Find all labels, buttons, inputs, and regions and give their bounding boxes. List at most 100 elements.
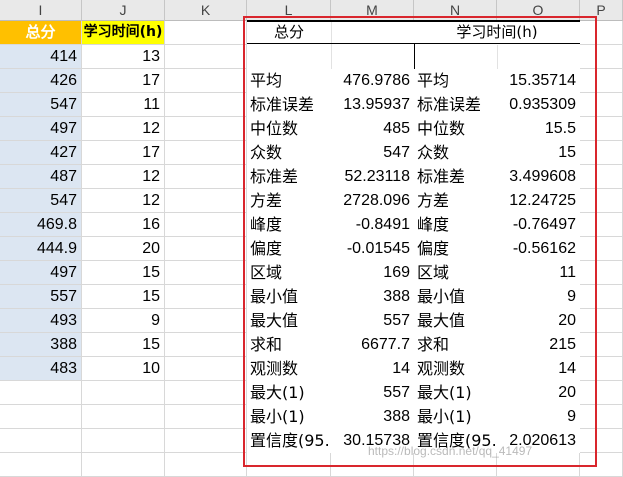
grid-cell[interactable] [165, 45, 247, 69]
stat-value[interactable]: 12.24725 [497, 189, 580, 213]
header-total-score[interactable]: 总分 [0, 21, 82, 45]
study-time-cell[interactable]: 16 [82, 213, 165, 237]
grid-cell[interactable] [580, 69, 623, 93]
stat-label[interactable]: 中位数 [414, 117, 497, 141]
score-cell[interactable]: 497 [0, 117, 82, 141]
stat-value[interactable]: 476.9786 [331, 69, 414, 93]
stat-label[interactable]: 区域 [247, 261, 331, 285]
grid-cell[interactable] [580, 141, 623, 165]
grid-cell[interactable] [82, 405, 165, 429]
stat-label[interactable]: 标准误差 [414, 93, 497, 117]
stat-label[interactable]: 置信度(95. [247, 429, 331, 453]
score-cell[interactable]: 414 [0, 45, 82, 69]
stat-label[interactable]: 最大(1) [247, 381, 331, 405]
stat-label[interactable]: 最大值 [414, 309, 497, 333]
score-cell[interactable]: 493 [0, 309, 82, 333]
stat-label[interactable]: 众数 [414, 141, 497, 165]
grid-cell[interactable] [165, 357, 247, 381]
grid-cell[interactable] [165, 69, 247, 93]
score-cell[interactable]: 427 [0, 141, 82, 165]
stat-label[interactable]: 平均 [247, 69, 331, 93]
stat-label[interactable]: 标准误差 [247, 93, 331, 117]
stat-value[interactable]: 15.5 [497, 117, 580, 141]
grid-cell[interactable] [165, 285, 247, 309]
grid-cell[interactable] [580, 213, 623, 237]
column-header-i[interactable]: I [0, 0, 82, 21]
study-time-cell[interactable]: 12 [82, 189, 165, 213]
stat-value[interactable]: 15.35714 [497, 69, 580, 93]
stat-value[interactable]: 3.499608 [497, 165, 580, 189]
stat-label[interactable]: 区域 [414, 261, 497, 285]
score-cell[interactable]: 388 [0, 333, 82, 357]
grid-cell[interactable] [580, 309, 623, 333]
stat-label[interactable]: 观测数 [414, 357, 497, 381]
stat-label[interactable]: 最大值 [247, 309, 331, 333]
stat-label[interactable]: 最小(1) [414, 405, 497, 429]
stat-label[interactable]: 中位数 [247, 117, 331, 141]
stat-value[interactable]: 485 [331, 117, 414, 141]
grid-cell[interactable] [247, 453, 331, 477]
grid-cell[interactable] [0, 381, 82, 405]
study-time-cell[interactable]: 15 [82, 261, 165, 285]
grid-cell[interactable] [0, 405, 82, 429]
grid-cell[interactable] [580, 453, 623, 477]
stat-label[interactable]: 观测数 [247, 357, 331, 381]
stat-value[interactable]: 0.935309 [497, 93, 580, 117]
grid-cell[interactable] [580, 237, 623, 261]
score-cell[interactable]: 444.9 [0, 237, 82, 261]
grid-cell[interactable] [82, 381, 165, 405]
stat-value[interactable]: 557 [331, 309, 414, 333]
grid-cell[interactable] [165, 117, 247, 141]
study-time-cell[interactable]: 11 [82, 93, 165, 117]
score-cell[interactable]: 497 [0, 261, 82, 285]
stat-value[interactable]: -0.56162 [497, 237, 580, 261]
score-cell[interactable]: 487 [0, 165, 82, 189]
column-header-l[interactable]: L [247, 0, 331, 21]
grid-cell[interactable] [580, 381, 623, 405]
stat-label[interactable]: 偏度 [247, 237, 331, 261]
column-header-n[interactable]: N [414, 0, 497, 21]
stat-label[interactable]: 峰度 [247, 213, 331, 237]
stat-value[interactable]: 14 [331, 357, 414, 381]
stat-label[interactable]: 求和 [247, 333, 331, 357]
score-cell[interactable]: 557 [0, 285, 82, 309]
grid-cell[interactable] [580, 333, 623, 357]
grid-cell[interactable] [165, 21, 247, 45]
study-time-cell[interactable]: 17 [82, 69, 165, 93]
grid-cell[interactable] [165, 333, 247, 357]
stat-value[interactable]: 15 [497, 141, 580, 165]
study-time-cell[interactable]: 20 [82, 237, 165, 261]
stat-label[interactable]: 平均 [414, 69, 497, 93]
grid-cell[interactable] [165, 213, 247, 237]
column-header-p[interactable]: P [580, 0, 623, 21]
grid-cell[interactable] [165, 405, 247, 429]
stat-label[interactable]: 峰度 [414, 213, 497, 237]
grid-cell[interactable] [580, 189, 623, 213]
grid-cell[interactable] [580, 117, 623, 141]
grid-cell[interactable] [165, 453, 247, 477]
stat-value[interactable]: 388 [331, 405, 414, 429]
stat-value[interactable]: 169 [331, 261, 414, 285]
header-study-time[interactable]: 学习时间(h) [82, 21, 165, 45]
grid-cell[interactable] [580, 405, 623, 429]
stat-value[interactable]: 52.23118 [331, 165, 414, 189]
score-cell[interactable]: 483 [0, 357, 82, 381]
study-time-cell[interactable]: 10 [82, 357, 165, 381]
grid-cell[interactable] [165, 189, 247, 213]
grid-cell[interactable] [580, 261, 623, 285]
stat-label[interactable]: 方差 [414, 189, 497, 213]
stat-label[interactable]: 最小值 [247, 285, 331, 309]
stat-value[interactable]: 557 [331, 381, 414, 405]
grid-cell[interactable] [165, 165, 247, 189]
stat-value[interactable]: 547 [331, 141, 414, 165]
study-time-cell[interactable]: 13 [82, 45, 165, 69]
grid-cell[interactable] [165, 381, 247, 405]
grid-cell[interactable] [165, 141, 247, 165]
study-time-cell[interactable]: 9 [82, 309, 165, 333]
score-cell[interactable]: 469.8 [0, 213, 82, 237]
stat-value[interactable]: 11 [497, 261, 580, 285]
grid-cell[interactable] [82, 453, 165, 477]
grid-cell[interactable] [165, 429, 247, 453]
stat-value[interactable]: 20 [497, 309, 580, 333]
grid-cell[interactable] [580, 429, 623, 453]
